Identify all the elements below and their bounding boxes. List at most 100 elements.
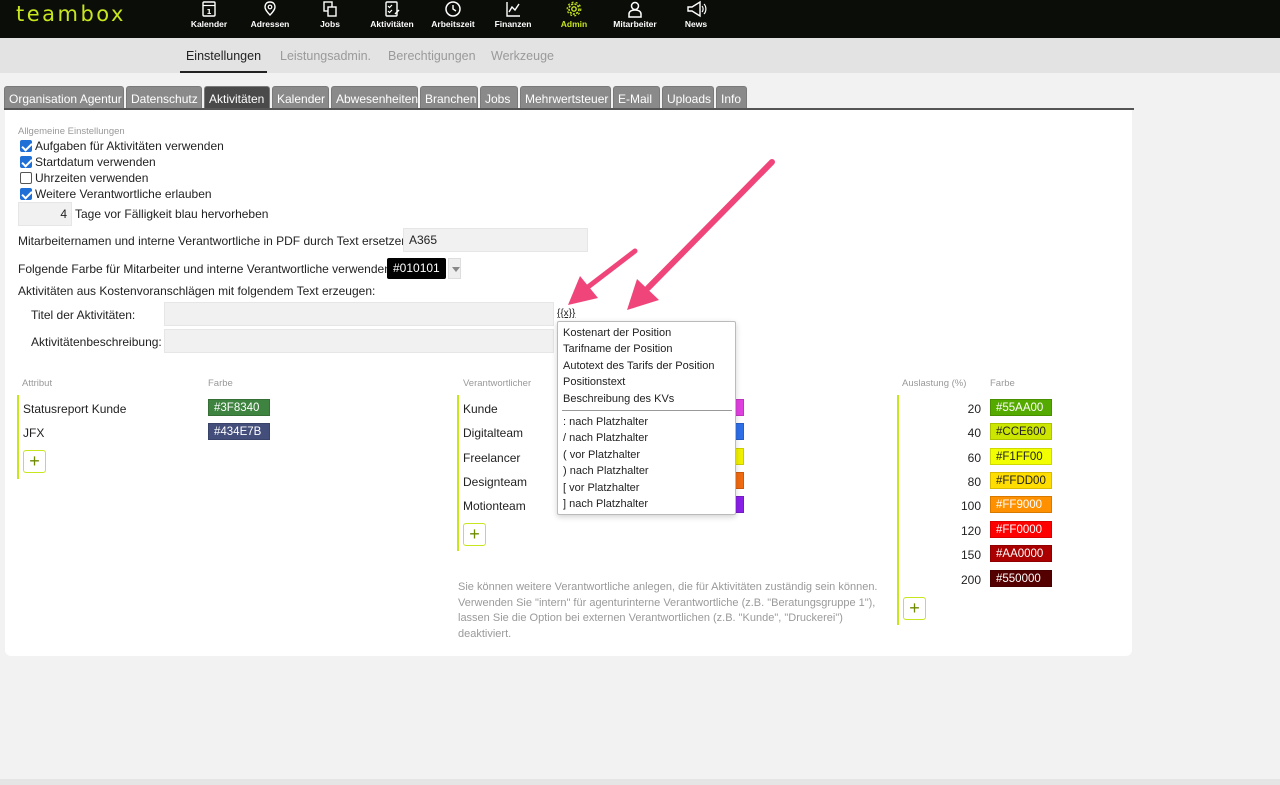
- menu-item-modifier[interactable]: : nach Platzhalter: [563, 416, 648, 428]
- placeholder-button[interactable]: {{x}}: [557, 308, 575, 319]
- section-heading: Allgemeine Einstellungen: [18, 126, 125, 137]
- nav-admin[interactable]: Admin: [553, 0, 595, 38]
- nav-news[interactable]: News: [675, 0, 717, 38]
- subtab-werkzeuge[interactable]: Werkzeuge: [491, 38, 554, 73]
- tab-jobs[interactable]: Jobs: [480, 86, 518, 109]
- attribute-color-swatch[interactable]: #3F8340: [208, 399, 270, 416]
- utilization-color-swatch[interactable]: #FF0000: [990, 521, 1052, 538]
- jobs-icon: [323, 1, 337, 17]
- utilization-color-swatch[interactable]: #F1FF00: [990, 448, 1052, 465]
- menu-item-modifier[interactable]: ) nach Platzhalter: [563, 465, 649, 477]
- tab-kalender[interactable]: Kalender: [272, 86, 329, 109]
- responsible-name[interactable]: Digitalteam: [463, 426, 523, 440]
- responsible-name[interactable]: Kunde: [463, 402, 498, 416]
- utilization-percent[interactable]: 60: [941, 451, 981, 465]
- tab-mehrwertsteuer[interactable]: Mehrwertsteuer: [520, 86, 611, 109]
- nav-label: Jobs: [320, 19, 340, 29]
- tab-uploads[interactable]: Uploads: [662, 86, 714, 109]
- subtab-leistungsadmin[interactable]: Leistungsadmin.: [280, 38, 371, 73]
- utilization-color-swatch[interactable]: #CCE600: [990, 423, 1052, 440]
- tab-info[interactable]: Info: [716, 86, 747, 109]
- location-pin-icon: [264, 1, 276, 16]
- checkbox-verantwortliche[interactable]: [20, 188, 32, 200]
- checkbox-uhrzeiten[interactable]: [20, 172, 32, 184]
- menu-item-modifier[interactable]: ( vor Platzhalter: [563, 449, 640, 461]
- attribute-column-header: Attribut: [22, 378, 53, 389]
- utilization-color-swatch[interactable]: #FFDD00: [990, 472, 1052, 489]
- responsible-name[interactable]: Motionteam: [463, 499, 526, 513]
- responsible-list-bar: [457, 395, 459, 551]
- attribute-list-bar: [17, 395, 19, 479]
- add-responsible-button[interactable]: +: [463, 523, 486, 546]
- utilization-percent[interactable]: 80: [941, 475, 981, 489]
- activity-description-input[interactable]: [164, 329, 554, 353]
- subtab-berechtigungen[interactable]: Berechtigungen: [388, 38, 476, 73]
- checkbox-startdatum[interactable]: [20, 156, 32, 168]
- menu-item-positionstext[interactable]: Positionstext: [563, 376, 625, 388]
- activity-title-input[interactable]: [164, 302, 554, 326]
- nav-kalender[interactable]: 1 Kalender: [186, 0, 232, 38]
- person-icon: [628, 1, 642, 18]
- menu-item-beschreibung[interactable]: Beschreibung des KVs: [563, 393, 674, 405]
- nav-jobs[interactable]: Jobs: [307, 0, 353, 38]
- tab-email[interactable]: E-Mail: [613, 86, 660, 109]
- tab-organisation-agentur[interactable]: Organisation Agentur: [4, 86, 124, 109]
- gear-icon: [566, 1, 582, 17]
- menu-item-autotext[interactable]: Autotext des Tarifs der Position: [563, 360, 714, 372]
- subtab-einstellungen[interactable]: Einstellungen: [180, 38, 267, 73]
- utilization-color-swatch[interactable]: #FF9000: [990, 496, 1052, 513]
- utilization-color-swatch[interactable]: #AA0000: [990, 545, 1052, 562]
- color-label: Folgende Farbe für Mitarbeiter und inter…: [18, 262, 391, 276]
- nav-arbeitszeit[interactable]: Arbeitszeit: [427, 0, 479, 38]
- attribute-color-swatch[interactable]: #434E7B: [208, 423, 270, 440]
- megaphone-icon: [687, 0, 707, 18]
- responsible-name[interactable]: Freelancer: [463, 451, 520, 465]
- color-picker-button[interactable]: #010101: [387, 258, 446, 279]
- utilization-percent[interactable]: 150: [941, 548, 981, 562]
- attribute-name[interactable]: Statusreport Kunde: [23, 402, 126, 416]
- nav-label: Admin: [560, 19, 588, 29]
- tab-branchen[interactable]: Branchen: [420, 86, 478, 109]
- description-label: Aktivitätenbeschreibung:: [31, 335, 162, 349]
- utilization-color-swatch[interactable]: #55AA00: [990, 399, 1052, 416]
- utilization-percent[interactable]: 40: [941, 426, 981, 440]
- tab-aktivitaeten[interactable]: Aktivitäten: [204, 86, 270, 109]
- nav-finanzen[interactable]: Finanzen: [490, 0, 536, 38]
- days-label: Tage vor Fälligkeit blau hervorheben: [75, 207, 269, 221]
- menu-item-tarifname[interactable]: Tarifname der Position: [563, 343, 672, 355]
- menu-item-kostenart[interactable]: Kostenart der Position: [563, 327, 671, 339]
- menu-separator: [562, 410, 732, 411]
- nav-label: Adressen: [250, 19, 290, 29]
- utilization-percent[interactable]: 200: [941, 573, 981, 587]
- pdf-label: Mitarbeiternamen und interne Verantwortl…: [18, 234, 408, 248]
- pdf-replace-input[interactable]: A365: [403, 228, 588, 252]
- menu-item-modifier[interactable]: [ vor Platzhalter: [563, 482, 639, 494]
- menu-item-modifier[interactable]: ] nach Platzhalter: [563, 498, 648, 510]
- nav-mitarbeiter[interactable]: Mitarbeiter: [608, 0, 662, 38]
- nav-label: Aktivitäten: [370, 19, 414, 29]
- add-utilization-button[interactable]: +: [903, 597, 926, 620]
- utilization-percent[interactable]: 100: [941, 499, 981, 513]
- clock-icon: [445, 1, 461, 17]
- utilization-color-column-header: Farbe: [990, 378, 1015, 389]
- tab-abwesenheiten[interactable]: Abwesenheiten: [331, 86, 418, 109]
- bottom-edge: [0, 779, 1280, 785]
- teambox-logo[interactable]: teambox: [16, 2, 126, 26]
- add-attribute-button[interactable]: +: [23, 450, 46, 473]
- color-dropdown-arrow[interactable]: [448, 258, 461, 279]
- menu-item-modifier[interactable]: / nach Platzhalter: [563, 432, 648, 444]
- utilization-color-swatch[interactable]: #550000: [990, 570, 1052, 587]
- checklist-icon: [385, 1, 400, 17]
- responsible-hint-text: Sie können weitere Verantwortliche anleg…: [458, 581, 878, 640]
- utilization-column-header: Auslastung (%): [902, 378, 967, 389]
- nav-aktivitaeten[interactable]: Aktivitäten: [366, 0, 418, 38]
- responsible-name[interactable]: Designteam: [463, 475, 527, 489]
- attribute-name[interactable]: JFX: [23, 426, 44, 440]
- days-input[interactable]: 4: [18, 202, 72, 226]
- utilization-percent[interactable]: 20: [941, 402, 981, 416]
- tab-datenschutz[interactable]: Datenschutz: [126, 86, 202, 109]
- utilization-percent[interactable]: 120: [941, 524, 981, 538]
- nav-label: News: [684, 19, 708, 29]
- nav-adressen[interactable]: Adressen: [245, 0, 295, 38]
- checkbox-aufgaben[interactable]: [20, 140, 32, 152]
